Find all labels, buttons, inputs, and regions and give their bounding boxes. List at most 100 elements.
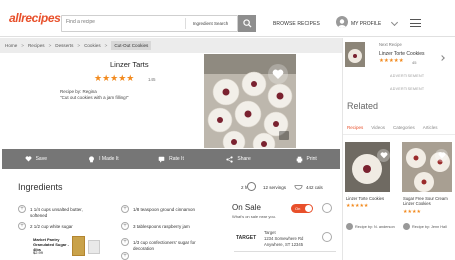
save-label: Save [35,156,47,162]
hamburger-menu-icon[interactable] [410,19,421,28]
heart-icon [380,152,387,159]
search-box[interactable]: Ingredient Search [61,15,238,32]
ingredients-heading: Ingredients [18,182,63,192]
sugar-bag-image[interactable] [72,236,85,256]
chevron-down-icon[interactable] [390,18,399,27]
ingredient-item[interactable]: + 1/8 teaspoon ground cinnamon [121,205,201,213]
rating-stars[interactable]: ★★★★★ [94,73,134,84]
related-card-stars: ★★★★ [403,209,421,215]
heart-icon [25,156,32,162]
page: allrecipes Ingredient Search BROWSE RECI… [0,0,455,260]
chevron-right-icon[interactable] [322,232,332,242]
ingredient-item[interactable]: + 3 tablespoons raspberry jam [121,222,201,230]
breadcrumb-desserts[interactable]: Desserts [55,43,73,48]
store-info[interactable]: Target 1234 Somewhere Rd Anywhere, ST 12… [264,230,303,248]
ingredient-item[interactable]: + 2 1/2 cup white sugar [18,222,98,230]
recipe-title: Linzer Tarts [110,60,149,69]
ingredient-ad-price: $2.99 [33,250,44,255]
recipe-description: "Cut out cookies with a jam filling!" [60,95,129,100]
next-recipe-rating-count: 45 [412,60,417,65]
breadcrumb-recipes[interactable]: Recipes [28,43,45,48]
add-ingredient-icon[interactable]: + [121,205,129,213]
search-input[interactable] [66,19,176,25]
tab-videos[interactable]: Videos [367,125,389,130]
heart-icon [272,69,284,79]
profile-avatar[interactable] [336,16,348,28]
ingredient-item[interactable]: + 1/3 cup confectioners' sugar for decor… [121,238,213,252]
related-card-stars: ★★★★★ [346,203,369,209]
product-image[interactable] [88,240,100,254]
related-card-save-button[interactable] [377,149,390,162]
site-logo[interactable]: allrecipes [9,11,61,25]
rate-icon [158,156,165,163]
my-profile-link[interactable]: MY PROFILE [351,21,381,27]
store-list-divider [234,251,336,259]
camera-icon[interactable] [279,131,289,140]
tab-categories[interactable]: Categories [389,125,419,130]
next-recipe-illustration [345,42,365,67]
on-sale-toggle[interactable]: On [291,204,313,213]
ingredient-search-button[interactable]: Ingredient Search [185,18,235,29]
calories: 442 cals [306,185,323,190]
print-button[interactable]: Print [272,149,340,169]
next-recipe-thumbnail[interactable] [345,42,365,67]
recipe-author: Recipe by: Regina [60,89,97,94]
related-tabs: Recipes Videos Categories Articles [343,120,455,135]
related-card-author: Recipe by: Jenn Hall [412,225,447,229]
advertisement-label: ADVERTISEMENT [390,87,425,91]
i-made-it-label: I Made It [99,156,119,162]
save-button[interactable]: Save [2,149,70,169]
tab-recipes[interactable]: Recipes [343,125,367,130]
related-card-save-button[interactable] [435,149,448,162]
servings: 12 servings [263,185,287,190]
breadcrumb-cut-out-cookies[interactable]: Cut-Out Cookies [111,41,152,50]
toggle-label: On [295,206,301,211]
related-card-title[interactable]: Linzer Torte Cookies [346,196,394,201]
related-heading: Related [347,101,379,111]
site-header: allrecipes Ingredient Search BROWSE RECI… [0,0,455,37]
breadcrumb-separator: > [21,43,24,48]
clock-icon [247,182,256,191]
store-city: Anywhere, ST 12345 [264,241,304,247]
recipe-action-bar: Save I Made It Rate It Share Print [2,149,340,169]
tab-articles[interactable]: Articles [419,125,442,130]
rate-it-button[interactable]: Rate It [137,149,205,169]
rating-count[interactable]: 145 [148,77,156,82]
settings-icon[interactable] [322,203,332,213]
share-button[interactable]: Share [205,149,273,169]
search-button[interactable] [238,15,256,32]
related-card-title[interactable]: Sugar Free Sour Cream Linzer Cookies [403,196,453,207]
next-recipe-stars: ★★★★★ [379,58,404,64]
chevron-right-icon[interactable] [439,55,445,61]
print-label: Print [306,156,317,162]
store-logo[interactable]: TARGET [236,235,256,241]
ingredient-text: 1/8 teaspoon ground cinnamon [133,207,196,212]
calories-icon [294,185,303,190]
ingredient-text: 1 1/4 cups unsalted butter, softened [30,207,83,219]
ingredient-text: 3 tablespoons raspberry jam [133,224,190,229]
next-recipe-label: Next Recipe [379,42,402,47]
add-ingredient-icon[interactable]: + [121,222,129,230]
chef-hat-icon [89,155,95,162]
breadcrumb-home[interactable]: Home [5,43,17,48]
heart-icon [438,152,445,159]
add-ingredient-icon[interactable]: + [18,222,26,230]
breadcrumb-cookies[interactable]: Cookies [84,43,101,48]
advertisement-label: ADVERTISEMENT [390,74,425,78]
avatar [403,223,410,230]
ingredient-text: 2 1/2 cup white sugar [30,224,73,229]
add-ingredient-icon[interactable]: + [121,238,129,246]
add-ingredient-icon[interactable]: + [121,252,129,260]
share-label: Share [237,156,251,162]
print-icon [296,156,302,163]
next-recipe-title[interactable]: Linzer Torte Cookies [379,51,425,57]
photo-save-heart-button[interactable] [268,64,288,84]
browse-recipes-link[interactable]: BROWSE RECIPES [273,21,320,27]
breadcrumb-separator: > [77,43,81,48]
search-icon [242,19,252,28]
add-ingredient-icon[interactable]: + [18,205,26,213]
breadcrumb: Home > Recipes > Desserts > Cookies > Cut-Ou… [0,38,342,53]
i-made-it-button[interactable]: I Made It [70,149,138,169]
ingredient-item[interactable]: + 1 1/4 cups unsalted butter, softened [18,205,98,219]
avatar [346,223,353,230]
